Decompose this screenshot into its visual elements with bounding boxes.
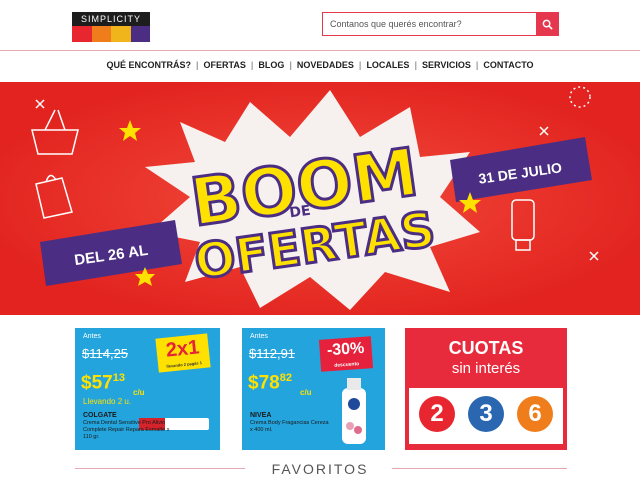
price-integer: $57: [81, 372, 113, 394]
antes-label: Antes: [83, 333, 101, 340]
nav-servicios[interactable]: SERVICIOS: [417, 60, 476, 70]
favorites-title: FAVORITOS: [271, 461, 369, 477]
product-brand: COLGATE: [83, 412, 117, 419]
logo-bar-yellow: [111, 26, 131, 42]
logo-color-bars: [72, 26, 150, 42]
product-brand: NIVEA: [250, 412, 272, 419]
promo-card-colgate[interactable]: Antes $114,25 2x1 llevando 2 pagás 1 $57…: [75, 328, 220, 450]
badge-text: 2x1: [164, 336, 201, 362]
nav-que-encontras[interactable]: QUÉ ENCONTRÁS?: [101, 60, 196, 70]
quantity-note: Llevando 2 u.: [83, 397, 132, 406]
logo-bar-red: [72, 26, 92, 42]
nav-contacto[interactable]: CONTACTO: [478, 60, 538, 70]
new-price: $7882: [248, 372, 292, 394]
price-integer: $78: [248, 372, 280, 394]
nav-locales[interactable]: LOCALES: [361, 60, 414, 70]
logo-bar-purple: [130, 26, 150, 42]
hero-banner[interactable]: BOOM DE OFERTAS DEL 26 AL 31 DE JULIO: [0, 82, 640, 315]
nav-novedades[interactable]: NOVEDADES: [292, 60, 359, 70]
search-input[interactable]: [323, 13, 536, 35]
unit-label: c/u: [300, 388, 312, 397]
nav-ofertas[interactable]: OFERTAS: [198, 60, 250, 70]
unit-label: c/u: [133, 388, 145, 397]
badge-note: llevando 2 pagás 1: [166, 360, 203, 369]
lotion-bottle-image: [342, 378, 366, 444]
price-decimals: 82: [279, 372, 292, 384]
search-bar: [322, 12, 559, 36]
nav-blog[interactable]: BLOG: [253, 60, 289, 70]
cuotas-card[interactable]: CUOTAS sin interés 2 3 6: [405, 328, 567, 450]
price-decimals: 13: [112, 372, 125, 384]
site-header: SIMPLICITY: [0, 0, 640, 50]
product-description: Crema Dental Sensitive Pro Alivio Comple…: [83, 420, 170, 440]
cuotas-title: CUOTAS: [448, 338, 524, 358]
badge-note: descuento: [334, 361, 360, 369]
promo-card-nivea[interactable]: Antes $112,91 -30% descuento $7882 c/u N…: [242, 328, 385, 450]
banner-artwork: BOOM DE OFERTAS DEL 26 AL 31 DE JULIO: [0, 82, 640, 315]
antes-label: Antes: [250, 333, 268, 340]
promo-badge: -30% descuento: [318, 336, 374, 372]
cuota-option-3: 3: [468, 396, 504, 432]
promo-cards: Antes $114,25 2x1 llevando 2 pagás 1 $57…: [0, 328, 640, 450]
cuotas-subtitle: sin interés: [451, 360, 521, 377]
product-description: Crema Body Fragancias Cereza x 400 ml.: [250, 420, 329, 433]
search-button[interactable]: [536, 13, 558, 35]
main-nav: QUÉ ENCONTRÁS? | OFERTAS | BLOG | NOVEDA…: [0, 55, 640, 75]
cuota-option-6: 6: [517, 396, 553, 432]
cuota-option-2: 2: [419, 396, 455, 432]
header-divider: [0, 50, 640, 51]
old-price: $114,25: [82, 346, 129, 361]
logo-bar-orange: [91, 26, 111, 42]
badge-text: -30%: [326, 339, 365, 360]
logo-text: SIMPLICITY: [72, 12, 150, 26]
new-price: $5713: [81, 372, 125, 394]
promo-badge: 2x1 llevando 2 pagás 1: [155, 333, 211, 373]
search-icon: [542, 19, 553, 30]
old-price: $112,91: [249, 346, 296, 361]
simplicity-logo[interactable]: SIMPLICITY: [72, 12, 150, 42]
